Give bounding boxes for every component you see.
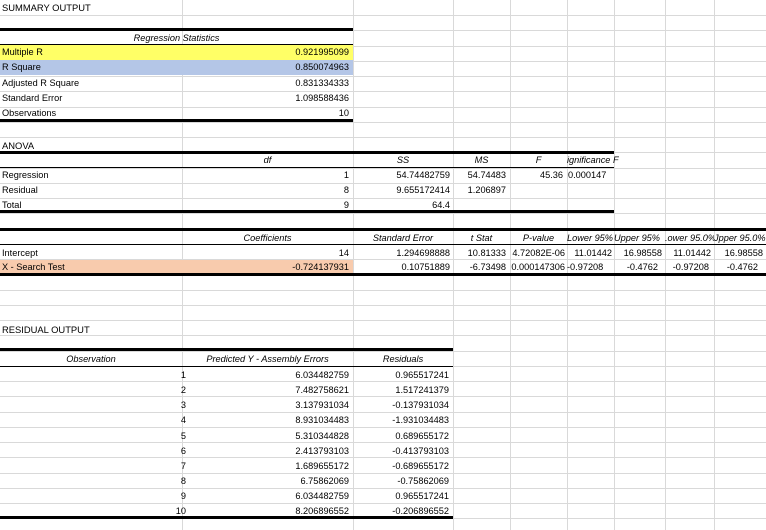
residual-value[interactable]: -0.689655172 [353,459,449,474]
observation-number[interactable]: 3 [0,398,186,413]
stat-value[interactable]: 1.098588436 [182,91,349,106]
predicted-value[interactable]: 8.931034483 [190,413,349,428]
coef-value[interactable]: 16.98558 [614,246,662,261]
observation-number[interactable]: 8 [0,474,186,489]
anova-ms[interactable]: 54.74483 [453,168,506,183]
stat-value[interactable]: 0.831334333 [182,76,349,91]
residual-value[interactable]: 0.689655172 [353,429,449,444]
residual-header-predicted[interactable]: Predicted Y - Assembly Errors [182,352,353,367]
predicted-value[interactable]: 1.689655172 [190,459,349,474]
coef-value[interactable]: 4.72082E-06 [505,246,565,261]
anova-df[interactable]: 1 [182,168,349,183]
observation-number[interactable]: 7 [0,459,186,474]
predicted-value[interactable]: 6.034482759 [190,368,349,383]
gridline-horizontal [0,290,766,291]
anova-df[interactable]: 8 [182,183,349,198]
gridline-horizontal [0,213,766,214]
rule [0,119,353,122]
predicted-value[interactable]: 6.034482759 [190,489,349,504]
predicted-value[interactable]: 6.75862069 [190,474,349,489]
anova-row-label[interactable]: Regression [2,168,182,183]
residual-header-observation[interactable]: Observation [0,352,182,367]
stat-label[interactable]: Standard Error [2,91,182,106]
predicted-value[interactable]: 5.310344828 [190,429,349,444]
anova-header-f[interactable]: F [510,153,567,168]
anova-header-sig[interactable]: ignificance F [567,153,627,168]
residual-header-residuals[interactable]: Residuals [353,352,453,367]
rule [0,210,614,213]
coef-value[interactable]: 11.01442 [665,246,711,261]
spreadsheet-grid[interactable]: SUMMARY OUTPUT Regression Statistics Mul… [0,0,766,530]
stat-label[interactable]: R Square [2,60,182,75]
gridline-horizontal [0,320,766,321]
observation-number[interactable]: 5 [0,429,186,444]
coef-row-label[interactable]: Intercept [2,246,182,261]
coef-value[interactable]: 14 [182,246,349,261]
anova-header-ss[interactable]: SS [353,153,453,168]
stat-value[interactable]: 0.921995099 [182,45,349,60]
stat-label[interactable]: Multiple R [2,45,182,60]
observation-number[interactable]: 2 [0,383,186,398]
residual-title[interactable]: RESIDUAL OUTPUT [2,322,122,337]
anova-row-label[interactable]: Residual [2,183,182,198]
gridline-horizontal [0,305,766,306]
stat-label[interactable]: Adjusted R Square [2,76,182,91]
predicted-value[interactable]: 2.413793103 [190,444,349,459]
observation-number[interactable]: 1 [0,368,186,383]
residual-value[interactable]: -0.413793103 [353,444,449,459]
rule [0,516,453,519]
anova-f[interactable]: 45.36 [510,168,563,183]
summary-title[interactable]: SUMMARY OUTPUT [2,0,122,15]
observation-number[interactable]: 4 [0,413,186,428]
residual-value[interactable]: 1.517241379 [353,383,449,398]
coef-value[interactable]: 11.01442 [567,246,612,261]
residual-value[interactable]: -0.137931034 [353,398,449,413]
rule [0,244,766,245]
rule [0,348,453,351]
anova-ss[interactable]: 54.74482759 [353,168,450,183]
gridline-horizontal [0,122,766,123]
anova-header-ms[interactable]: MS [453,153,510,168]
anova-ss[interactable]: 9.655172414 [353,183,450,198]
residual-value[interactable]: 0.965517241 [353,489,449,504]
rule [0,273,766,276]
coef-value[interactable]: 1.294698888 [353,246,450,261]
residual-value[interactable]: -1.931034483 [353,413,449,428]
anova-sig[interactable]: 0.000147 [568,168,614,183]
coef-value[interactable]: 16.98558 [714,246,763,261]
gridline-horizontal [0,137,766,138]
anova-header-df[interactable]: df [182,153,353,168]
anova-ms[interactable]: 1.206897 [453,183,506,198]
predicted-value[interactable]: 3.137931034 [190,398,349,413]
observation-number[interactable]: 6 [0,444,186,459]
residual-value[interactable]: -0.75862069 [353,474,449,489]
gridline-horizontal [0,15,766,16]
coef-value[interactable]: 10.81333 [453,246,506,261]
rule [0,366,453,367]
stat-value[interactable]: 0.850074963 [182,60,349,75]
observation-number[interactable]: 9 [0,489,186,504]
predicted-value[interactable]: 7.482758621 [190,383,349,398]
residual-value[interactable]: 0.965517241 [353,368,449,383]
